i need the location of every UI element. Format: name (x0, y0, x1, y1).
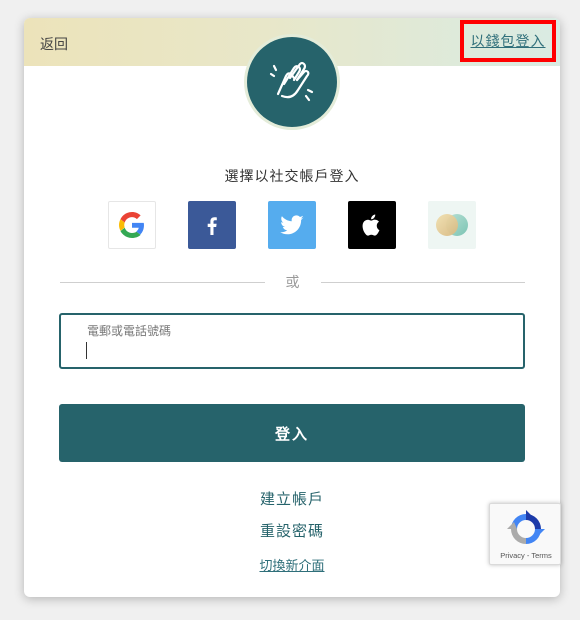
email-phone-input[interactable] (85, 339, 505, 361)
recaptcha-icon (507, 510, 545, 544)
recaptcha-privacy-terms: Privacy - Terms (500, 551, 552, 560)
facebook-icon (207, 217, 217, 235)
google-icon (119, 212, 144, 238)
email-phone-label: 電郵或電話號碼 (87, 324, 172, 338)
google-login-button[interactable] (108, 201, 156, 249)
wallet-login-link[interactable]: 以錢包登入 (460, 20, 556, 62)
email-phone-field[interactable]: 電郵或電話號碼 (59, 313, 525, 369)
logo (244, 34, 340, 130)
apple-login-button[interactable] (348, 201, 396, 249)
wallet-social-button[interactable] (428, 201, 476, 249)
facebook-login-button[interactable] (188, 201, 236, 249)
divider-line-left (60, 281, 265, 283)
social-buttons (108, 201, 476, 249)
text-cursor (86, 342, 87, 359)
divider-line-right (320, 281, 525, 283)
divider-text: 或 (285, 275, 300, 291)
apple-icon (362, 214, 380, 236)
twitter-login-button[interactable] (268, 201, 316, 249)
clapping-hands-icon (247, 37, 337, 127)
twitter-icon (280, 215, 304, 235)
switch-interface-link[interactable]: 切換新介面 (24, 555, 560, 574)
recaptcha-badge[interactable]: Privacy - Terms (489, 503, 561, 565)
create-account-link[interactable]: 建立帳戶 (24, 488, 560, 509)
back-link[interactable]: 返回 (40, 34, 68, 54)
reset-password-link[interactable]: 重設密碼 (24, 520, 560, 541)
social-login-title: 選擇以社交帳戶登入 (224, 169, 360, 185)
login-button[interactable]: 登入 (59, 404, 525, 462)
wallet-circles-icon (436, 214, 468, 236)
or-divider: 或 (60, 272, 525, 292)
login-card: 返回 以錢包登入 選擇以社交帳戶登入 或 電郵或電話號碼 登入 建立帳戶 重設密… (24, 18, 560, 597)
